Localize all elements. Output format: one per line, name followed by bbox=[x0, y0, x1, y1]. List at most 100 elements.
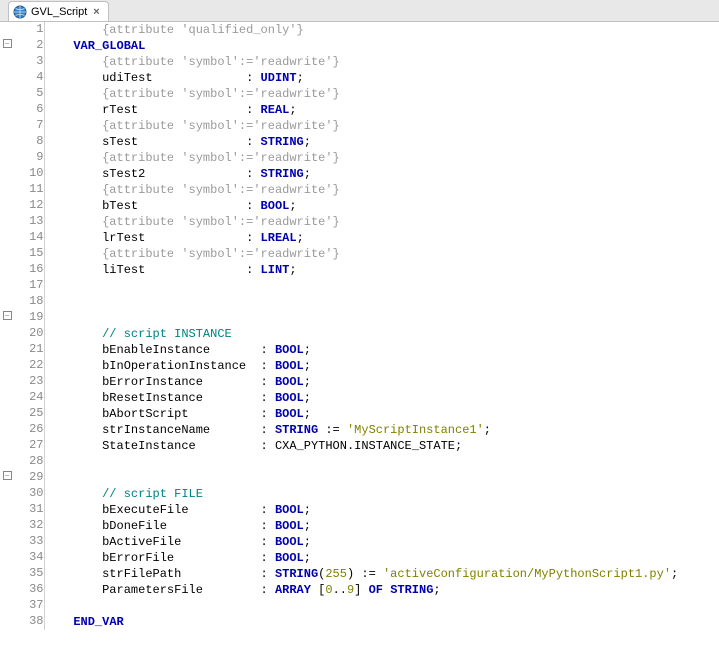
code-content[interactable]: bActiveFile : BOOL; bbox=[44, 534, 719, 550]
code-content[interactable]: {attribute 'symbol':='readwrite'} bbox=[44, 54, 719, 70]
line-number: 7 bbox=[14, 118, 44, 134]
code-content[interactable] bbox=[44, 598, 719, 614]
code-content[interactable] bbox=[44, 294, 719, 310]
tab-title: GVL_Script bbox=[31, 6, 87, 18]
code-content[interactable]: ParametersFile : ARRAY [0..9] OF STRING; bbox=[44, 582, 719, 598]
code-content[interactable]: bDoneFile : BOOL; bbox=[44, 518, 719, 534]
code-content[interactable]: StateInstance : CXA_PYTHON.INSTANCE_STAT… bbox=[44, 438, 719, 454]
line-number: 20 bbox=[14, 326, 44, 342]
fold-gutter bbox=[0, 534, 14, 550]
fold-toggle-icon[interactable]: − bbox=[3, 39, 12, 48]
code-line: 5 {attribute 'symbol':='readwrite'} bbox=[0, 86, 719, 102]
code-content[interactable]: bEnableInstance : BOOL; bbox=[44, 342, 719, 358]
code-content[interactable]: bErrorInstance : BOOL; bbox=[44, 374, 719, 390]
line-number: 35 bbox=[14, 566, 44, 582]
code-content[interactable]: bResetInstance : BOOL; bbox=[44, 390, 719, 406]
code-content[interactable]: liTest : LINT; bbox=[44, 262, 719, 278]
code-content[interactable]: VAR_GLOBAL bbox=[44, 38, 719, 54]
code-line: 30 // script FILE bbox=[0, 486, 719, 502]
line-number: 3 bbox=[14, 54, 44, 70]
code-content[interactable]: // script FILE bbox=[44, 486, 719, 502]
code-content[interactable]: rTest : REAL; bbox=[44, 102, 719, 118]
code-content[interactable]: bExecuteFile : BOOL; bbox=[44, 502, 719, 518]
fold-gutter bbox=[0, 70, 14, 86]
code-content[interactable]: END_VAR bbox=[44, 614, 719, 630]
fold-gutter bbox=[0, 198, 14, 214]
code-line: 34 bErrorFile : BOOL; bbox=[0, 550, 719, 566]
line-number: 33 bbox=[14, 534, 44, 550]
code-content[interactable]: strInstanceName : STRING := 'MyScriptIns… bbox=[44, 422, 719, 438]
fold-gutter bbox=[0, 262, 14, 278]
line-number: 13 bbox=[14, 214, 44, 230]
code-line: 23 bErrorInstance : BOOL; bbox=[0, 374, 719, 390]
line-number: 23 bbox=[14, 374, 44, 390]
code-content[interactable]: {attribute 'symbol':='readwrite'} bbox=[44, 118, 719, 134]
fold-gutter bbox=[0, 550, 14, 566]
code-content[interactable]: udiTest : UDINT; bbox=[44, 70, 719, 86]
code-line: 13 {attribute 'symbol':='readwrite'} bbox=[0, 214, 719, 230]
code-line: 4 udiTest : UDINT; bbox=[0, 70, 719, 86]
line-number: 34 bbox=[14, 550, 44, 566]
code-content[interactable]: bTest : BOOL; bbox=[44, 198, 719, 214]
fold-gutter bbox=[0, 150, 14, 166]
code-content[interactable]: bAbortScript : BOOL; bbox=[44, 406, 719, 422]
fold-gutter bbox=[0, 406, 14, 422]
code-content[interactable]: {attribute 'symbol':='readwrite'} bbox=[44, 150, 719, 166]
code-content[interactable]: strFilePath : STRING(255) := 'activeConf… bbox=[44, 566, 719, 582]
code-line: 21 bEnableInstance : BOOL; bbox=[0, 342, 719, 358]
fold-toggle-icon[interactable]: − bbox=[3, 471, 12, 480]
fold-gutter bbox=[0, 134, 14, 150]
fold-gutter bbox=[0, 390, 14, 406]
code-content[interactable]: sTest : STRING; bbox=[44, 134, 719, 150]
fold-gutter: − bbox=[0, 38, 14, 54]
line-number: 4 bbox=[14, 70, 44, 86]
code-content[interactable]: {attribute 'symbol':='readwrite'} bbox=[44, 246, 719, 262]
code-line: 33 bActiveFile : BOOL; bbox=[0, 534, 719, 550]
code-content[interactable]: sTest2 : STRING; bbox=[44, 166, 719, 182]
code-line: 22 bInOperationInstance : BOOL; bbox=[0, 358, 719, 374]
code-line: 16 liTest : LINT; bbox=[0, 262, 719, 278]
line-number: 17 bbox=[14, 278, 44, 294]
code-line: −2 VAR_GLOBAL bbox=[0, 38, 719, 54]
code-content[interactable]: {attribute 'symbol':='readwrite'} bbox=[44, 214, 719, 230]
code-editor[interactable]: 1 {attribute 'qualified_only'}−2 VAR_GLO… bbox=[0, 22, 719, 668]
fold-gutter bbox=[0, 614, 14, 630]
fold-gutter bbox=[0, 598, 14, 614]
fold-gutter bbox=[0, 86, 14, 102]
line-number: 18 bbox=[14, 294, 44, 310]
line-number: 36 bbox=[14, 582, 44, 598]
code-content[interactable]: // script INSTANCE bbox=[44, 326, 719, 342]
code-line: 17 bbox=[0, 278, 719, 294]
line-number: 28 bbox=[14, 454, 44, 470]
code-content[interactable] bbox=[44, 454, 719, 470]
line-number: 14 bbox=[14, 230, 44, 246]
code-content[interactable]: {attribute 'symbol':='readwrite'} bbox=[44, 86, 719, 102]
code-line: 32 bDoneFile : BOOL; bbox=[0, 518, 719, 534]
fold-gutter bbox=[0, 246, 14, 262]
fold-gutter bbox=[0, 486, 14, 502]
code-content[interactable]: bErrorFile : BOOL; bbox=[44, 550, 719, 566]
code-content[interactable]: {attribute 'qualified_only'} bbox=[44, 22, 719, 38]
code-content[interactable]: bInOperationInstance : BOOL; bbox=[44, 358, 719, 374]
fold-gutter bbox=[0, 102, 14, 118]
code-line: 24 bResetInstance : BOOL; bbox=[0, 390, 719, 406]
code-table: 1 {attribute 'qualified_only'}−2 VAR_GLO… bbox=[0, 22, 719, 630]
code-line: 28 bbox=[0, 454, 719, 470]
code-content[interactable] bbox=[44, 278, 719, 294]
fold-gutter bbox=[0, 294, 14, 310]
code-line: −29 bbox=[0, 470, 719, 486]
code-content[interactable] bbox=[44, 310, 719, 326]
code-content[interactable]: {attribute 'symbol':='readwrite'} bbox=[44, 182, 719, 198]
tab-gvl-script[interactable]: GVL_Script × bbox=[8, 1, 109, 21]
fold-gutter bbox=[0, 582, 14, 598]
close-icon[interactable]: × bbox=[91, 6, 101, 18]
line-number: 8 bbox=[14, 134, 44, 150]
line-number: 30 bbox=[14, 486, 44, 502]
fold-toggle-icon[interactable]: − bbox=[3, 311, 12, 320]
code-line: 31 bExecuteFile : BOOL; bbox=[0, 502, 719, 518]
line-number: 11 bbox=[14, 182, 44, 198]
code-content[interactable]: lrTest : LREAL; bbox=[44, 230, 719, 246]
code-content[interactable] bbox=[44, 470, 719, 486]
fold-gutter bbox=[0, 214, 14, 230]
code-line: 6 rTest : REAL; bbox=[0, 102, 719, 118]
